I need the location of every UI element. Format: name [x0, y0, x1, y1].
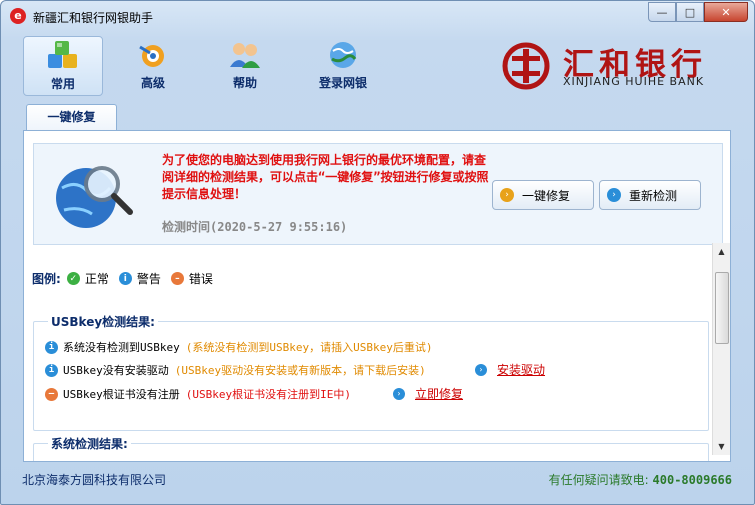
minus-icon: – — [170, 272, 184, 285]
repair-now-action[interactable]: › 立即修复 — [393, 385, 463, 402]
login-globe-icon — [325, 38, 361, 72]
hotline: 有任何疑问请致电: 400-8009666 — [549, 471, 732, 488]
toolbar-label: 登录网银 — [318, 76, 367, 90]
legend-warn: i 警告 — [118, 270, 161, 287]
result-row: i USBkey没有安装驱动 (USBkey驱动没有安装或有新版本，请下载后安装… — [45, 362, 426, 378]
result-name: USBkey没有安装驱动 — [63, 364, 169, 377]
legend-ok: ✓ 正常 — [66, 270, 109, 287]
info-icon: i — [118, 272, 132, 285]
legend-title: 图例: — [32, 272, 61, 286]
legend-label: 警告 — [136, 272, 161, 286]
legend-label: 正常 — [84, 272, 109, 286]
window-controls: — □ ✕ — [648, 2, 748, 22]
legend: 图例: ✓ 正常 i 警告 – 错误 — [32, 270, 223, 287]
scroll-up-arrow[interactable]: ▲ — [713, 243, 730, 260]
check-time-value: (2020-5-27 9:55:16) — [210, 220, 348, 234]
maximize-button[interactable]: □ — [676, 2, 704, 22]
result-row: – USBkey根证书没有注册 (USBkey根证书没有注册到IE中) — [45, 386, 351, 402]
check-icon: ✓ — [66, 272, 80, 285]
install-driver-action[interactable]: › 安装驱动 — [475, 361, 545, 378]
usbkey-results-group: USBkey检测结果: i 系统没有检测到USBkey (系统没有检测到USBk… — [33, 313, 709, 431]
result-name: USBkey根证书没有注册 — [63, 388, 180, 401]
bank-logo-icon: e — [10, 8, 26, 24]
repair-button-label: 一键修复 — [522, 188, 571, 203]
toolbar-label: 高级 — [140, 76, 165, 90]
window-title: 新疆汇和银行网银助手 — [33, 11, 154, 25]
system-results-group: 系统检测结果: — [33, 435, 709, 461]
one-click-repair-button[interactable]: › 一键修复 — [492, 180, 594, 210]
users-help-icon — [227, 38, 263, 72]
hotline-label: 有任何疑问请致电: — [548, 473, 649, 487]
scroll-thumb[interactable] — [715, 272, 729, 344]
toolbar-item-advanced[interactable]: 高级 — [114, 36, 192, 94]
vertical-scrollbar[interactable]: ▲ ▼ — [712, 243, 730, 455]
toolbar-label: 帮助 — [232, 76, 257, 90]
magnifier-globe-icon — [56, 166, 133, 228]
results-scroll-area[interactable]: 图例: ✓ 正常 i 警告 – 错误 USBkey检测结果: i 系统没有检测到USB… — [24, 243, 710, 461]
install-driver-link[interactable]: 安装驱动 — [497, 361, 545, 378]
status-bar: 北京海泰方圆科技有限公司 有任何疑问请致电: 400-8009666 — [1, 467, 754, 492]
minimize-button[interactable]: — — [648, 2, 676, 22]
recheck-button-label: 重新检测 — [629, 188, 678, 203]
result-row: i 系统没有检测到USBkey (系统没有检测到USBkey，请插入USBkey… — [45, 339, 432, 355]
summary-box: 为了使您的电脑达到使用我行网上银行的最优环境配置，请查阅详细的检测结果，可以点击… — [33, 143, 723, 245]
toolbar-item-login[interactable]: 登录网银 — [298, 36, 388, 94]
hotline-number: 400-8009666 — [652, 473, 732, 487]
info-icon: i — [45, 340, 58, 354]
title-bar[interactable]: e 新疆汇和银行网银助手 — □ ✕ — [1, 1, 754, 31]
scroll-down-arrow[interactable]: ▼ — [713, 438, 730, 455]
check-time: 检测时间(2020-5-27 9:55:16) — [162, 218, 347, 235]
toolbar-item-help[interactable]: 帮助 — [206, 36, 284, 94]
arrow-right-icon: › — [393, 387, 405, 400]
legend-err: – 错误 — [170, 270, 213, 287]
result-desc: (系统没有检测到USBkey，请插入USBkey后重试) — [185, 341, 433, 354]
result-desc: (USBkey根证书没有注册到IE中) — [185, 388, 351, 401]
arrow-right-icon: › — [500, 188, 514, 202]
repair-panel: 为了使您的电脑达到使用我行网上银行的最优环境配置，请查阅详细的检测结果，可以点击… — [23, 130, 731, 462]
info-icon: i — [45, 363, 58, 377]
check-time-label: 检测时间 — [162, 220, 211, 234]
cubes-icon — [45, 39, 81, 73]
bank-name-en: XINJIANG HUIHE BANK — [563, 75, 705, 88]
arrow-right-icon: › — [607, 188, 621, 202]
result-desc: (USBkey驱动没有安装或有新版本，请下载后安装) — [174, 364, 426, 377]
company-name: 北京海泰方圆科技有限公司 — [22, 473, 167, 487]
minus-icon: – — [45, 387, 58, 401]
advanced-gear-icon — [135, 38, 171, 72]
repair-now-link[interactable]: 立即修复 — [415, 385, 463, 402]
system-section-title: 系统检测结果: — [48, 435, 131, 452]
tab-bar: 一键修复 — [1, 97, 754, 131]
huihe-bank-logo-icon — [502, 42, 550, 90]
usbkey-section-title: USBkey检测结果: — [48, 313, 158, 330]
legend-label: 错误 — [188, 272, 213, 286]
tab-one-click-repair[interactable]: 一键修复 — [26, 104, 117, 131]
toolbar-item-common[interactable]: 常用 — [23, 36, 103, 96]
recheck-button[interactable]: › 重新检测 — [599, 180, 701, 210]
arrow-right-icon: › — [475, 363, 487, 376]
close-button[interactable]: ✕ — [704, 2, 748, 22]
toolbar-label: 常用 — [50, 77, 75, 91]
bank-logo: 汇和银行 XINJIANG HUIHE BANK — [501, 41, 731, 93]
result-name: 系统没有检测到USBkey — [63, 341, 180, 354]
app-window: e 新疆汇和银行网银助手 — □ ✕ 常用 高级 帮助 登录网银 汇和银行 XI… — [0, 0, 755, 505]
summary-message: 为了使您的电脑达到使用我行网上银行的最优环境配置，请查阅详细的检测结果，可以点击… — [162, 153, 489, 201]
